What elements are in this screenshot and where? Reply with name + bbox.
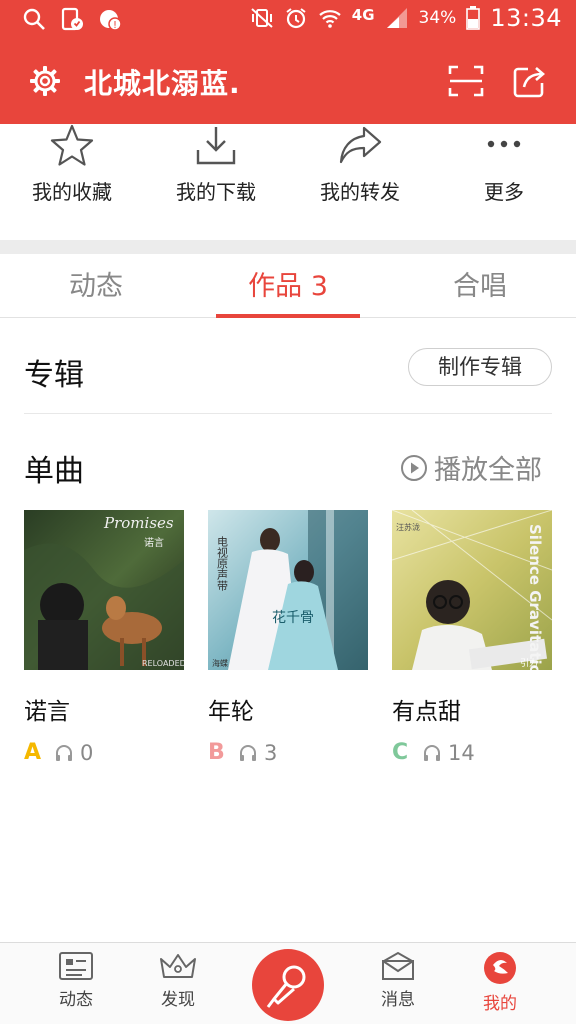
signal-icon — [386, 8, 407, 28]
play-count: 3 — [264, 740, 278, 765]
vibrate-off-icon — [251, 8, 273, 28]
nav-profile[interactable]: 我的 — [452, 951, 548, 1014]
grade-badge: A — [24, 740, 42, 765]
feed-icon — [59, 952, 93, 980]
play-circle-icon — [401, 454, 427, 481]
download-icon — [196, 127, 236, 165]
wifi-icon — [319, 10, 341, 28]
crown-icon — [160, 954, 196, 978]
nav-feed[interactable]: 动态 — [28, 951, 124, 1010]
album-section-title: 专辑 — [24, 358, 84, 393]
play-all-label: 播放全部 — [434, 455, 542, 486]
status-bar: ! 4G 34% 13:34 — [0, 0, 576, 38]
cover-badge: RELOADED — [142, 659, 184, 668]
cover-subtitle: 汪苏泷 — [396, 522, 420, 532]
headphones-icon — [424, 744, 440, 761]
headphones-icon — [56, 744, 72, 761]
grade-badge: B — [208, 740, 225, 765]
divider — [24, 413, 552, 414]
clock-time: 13:34 — [490, 4, 562, 32]
nav-discover-label: 发现 — [161, 990, 195, 1010]
song-meta: A 0 — [24, 740, 184, 765]
cover-title: Promises — [103, 514, 174, 532]
headphones-icon — [240, 744, 256, 761]
section-divider — [0, 240, 576, 254]
favorites-button[interactable]: 我的收藏 — [0, 124, 144, 205]
message-icon — [382, 951, 414, 980]
tab-feed[interactable]: 动态 — [0, 254, 192, 318]
share-icon[interactable] — [512, 63, 548, 99]
song-cover[interactable]: Promises 诺言 RELOADED — [24, 510, 184, 670]
forwards-label: 我的转发 — [320, 180, 400, 204]
cover-title: Silence Gravitation — [526, 524, 544, 670]
play-count: 0 — [80, 740, 94, 765]
svg-text:!: ! — [113, 20, 117, 31]
more-icon — [487, 140, 521, 148]
song-meta: C 14 — [392, 740, 552, 765]
cover-title: 电视原声带 — [216, 536, 229, 592]
nav-messages[interactable]: 消息 — [350, 951, 446, 1010]
bottom-nav: 动态 发现 消息 我的 — [0, 942, 576, 1024]
favorites-label: 我的收藏 — [32, 180, 112, 204]
song-card[interactable]: 电视原声带 花千骨 海蝶 年轮 B 3 — [208, 510, 368, 765]
notification-badge-icon: ! — [100, 10, 122, 31]
cover-subtitle: 诺言 — [144, 536, 164, 549]
album-art-image: 电视原声带 花千骨 海蝶 — [208, 510, 368, 670]
app-header: 北城北溺蓝. — [0, 38, 576, 124]
album-art-image: Promises 诺言 RELOADED — [24, 510, 184, 670]
tab-works[interactable]: 作品 3 — [192, 254, 384, 318]
play-count: 14 — [448, 740, 475, 765]
star-icon — [50, 124, 94, 166]
grade-badge: C — [392, 740, 409, 765]
quick-actions: 我的收藏 我的下载 我的转发 更多 — [0, 124, 576, 240]
search-icon — [23, 8, 45, 30]
sing-button[interactable] — [252, 949, 324, 1021]
scan-icon[interactable] — [448, 64, 484, 98]
tab-chorus[interactable]: 合唱 — [384, 254, 576, 318]
song-card[interactable]: Promises 诺言 RELOADED 诺言 A 0 — [24, 510, 184, 765]
downloads-button[interactable]: 我的下载 — [144, 124, 288, 205]
network-4g-label: 4G — [351, 6, 375, 24]
cover-badge: 引力 — [520, 657, 538, 669]
forward-icon — [339, 126, 382, 164]
play-all-button[interactable]: 播放全部 — [400, 448, 542, 487]
song-card[interactable]: Silence Gravitation 汪苏泷 引力 有点甜 C 14 — [392, 510, 552, 765]
more-label: 更多 — [484, 180, 524, 204]
cover-subtitle: 花千骨 — [272, 610, 314, 626]
song-title: 诺言 — [24, 699, 70, 725]
song-cover[interactable]: 电视原声带 花千骨 海蝶 — [208, 510, 368, 670]
nav-discover[interactable]: 发现 — [130, 951, 226, 1010]
nav-messages-label: 消息 — [381, 990, 415, 1010]
active-tab-indicator — [216, 314, 360, 318]
alarm-icon — [286, 8, 306, 29]
singles-section-title: 单曲 — [24, 454, 84, 489]
battery-icon — [466, 6, 481, 30]
gear-icon[interactable] — [28, 64, 62, 98]
tab-bar: 动态 作品 3 合唱 — [0, 254, 576, 318]
microphone-icon — [266, 965, 306, 1008]
page-title: 北城北溺蓝. — [84, 67, 241, 100]
song-cover[interactable]: Silence Gravitation 汪苏泷 引力 — [392, 510, 552, 670]
album-art-image: Silence Gravitation 汪苏泷 引力 — [392, 510, 552, 670]
song-title: 有点甜 — [392, 699, 461, 725]
nav-feed-label: 动态 — [59, 990, 93, 1010]
more-button[interactable]: 更多 — [432, 124, 576, 205]
cover-badge: 海蝶 — [212, 658, 228, 668]
downloads-label: 我的下载 — [176, 180, 256, 204]
song-title: 年轮 — [208, 699, 254, 725]
sim-call-icon — [61, 7, 83, 31]
nav-profile-label: 我的 — [483, 994, 517, 1014]
battery-percent: 34% — [418, 8, 457, 28]
profile-icon — [484, 952, 516, 984]
forwards-button[interactable]: 我的转发 — [288, 124, 432, 205]
make-album-button[interactable]: 制作专辑 — [408, 348, 552, 386]
song-meta: B 3 — [208, 740, 368, 765]
